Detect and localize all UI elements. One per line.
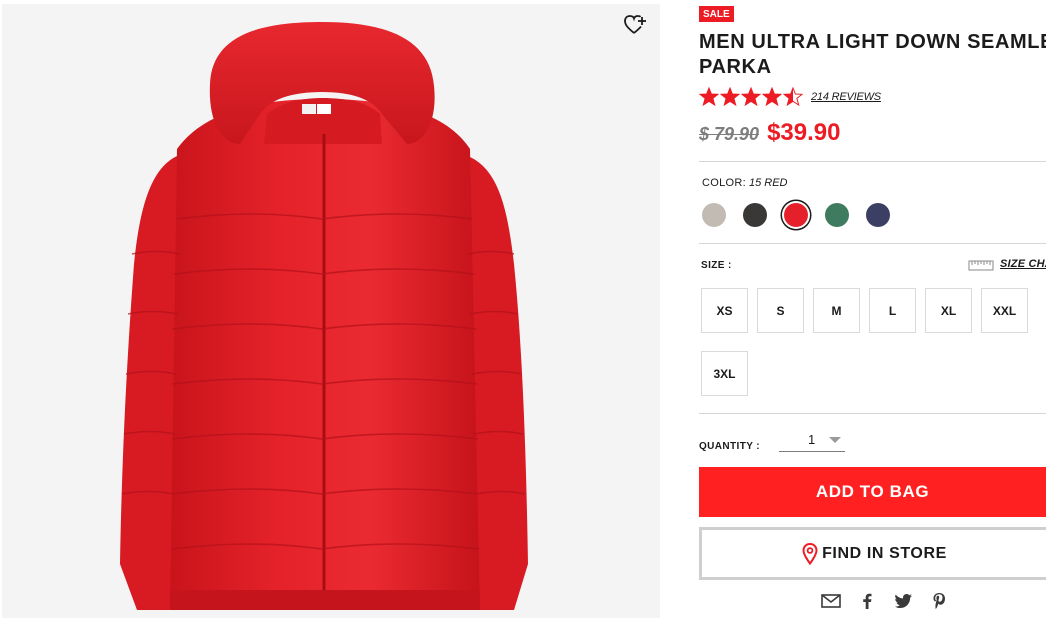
size-chart-label: SIZE CHART <box>1000 258 1046 270</box>
color-label-text: COLOR: <box>702 177 746 189</box>
color-swatch-black[interactable] <box>743 203 767 227</box>
divider <box>699 243 1046 244</box>
find-in-store-label: FIND IN STORE <box>822 544 947 562</box>
color-swatch-green[interactable] <box>825 203 849 227</box>
color-swatch-gray[interactable] <box>702 203 726 227</box>
star-icon <box>783 87 803 107</box>
product-image <box>2 4 660 618</box>
size-option-xs[interactable]: XS <box>701 288 748 333</box>
star-icon <box>762 87 782 107</box>
star-icon <box>699 87 719 107</box>
price-row: $ 79.90 $39.90 <box>699 119 840 147</box>
size-options: XS S M L XL XXL 3XL <box>701 288 1046 396</box>
color-swatch-navy[interactable] <box>866 203 890 227</box>
pinterest-icon[interactable] <box>929 592 949 610</box>
color-swatch-red[interactable] <box>784 203 808 227</box>
size-chart-link[interactable]: SIZE CHART <box>968 257 1046 271</box>
find-in-store-button[interactable]: FIND IN STORE <box>699 527 1046 580</box>
color-label: COLOR: 15 RED <box>702 177 788 189</box>
star-rating <box>699 87 803 107</box>
chevron-down-icon <box>829 436 842 443</box>
size-option-l[interactable]: L <box>869 288 916 333</box>
size-option-3xl[interactable]: 3XL <box>701 351 748 396</box>
quantity-label: QUANTITY : <box>699 441 761 452</box>
ruler-icon <box>968 260 994 271</box>
color-swatches <box>702 203 890 227</box>
size-option-xxl[interactable]: XXL <box>981 288 1028 333</box>
divider <box>699 413 1046 414</box>
facebook-icon[interactable] <box>857 592 877 610</box>
size-option-m[interactable]: M <box>813 288 860 333</box>
sale-badge: SALE <box>699 6 734 22</box>
share-bar <box>821 592 949 610</box>
email-icon[interactable] <box>821 592 841 610</box>
original-price: $ 79.90 <box>699 124 760 144</box>
sale-price: $39.90 <box>767 119 841 146</box>
size-option-s[interactable]: S <box>757 288 804 333</box>
star-icon <box>720 87 740 107</box>
star-icon <box>741 87 761 107</box>
selected-color-name: 15 RED <box>748 177 788 189</box>
add-to-bag-button[interactable]: ADD TO BAG <box>699 467 1046 517</box>
rating-row: 214 REVIEWS <box>699 86 881 108</box>
product-title: MEN ULTRA LIGHT DOWN SEAMLESS PARKA <box>699 30 1046 80</box>
location-pin-icon <box>802 542 818 565</box>
quantity-value: 1 <box>808 432 816 447</box>
product-title-line2: PARKA <box>699 56 772 78</box>
product-details: SALE MEN ULTRA LIGHT DOWN SEAMLESS PARKA… <box>699 0 1046 618</box>
size-option-xl[interactable]: XL <box>925 288 972 333</box>
quantity-select[interactable]: 1 <box>779 428 845 452</box>
wishlist-heart-icon[interactable] <box>622 12 648 38</box>
product-title-line1: MEN ULTRA LIGHT DOWN SEAMLESS <box>699 31 1046 53</box>
reviews-link[interactable]: 214 REVIEWS <box>811 91 881 103</box>
jacket-illustration <box>120 22 528 610</box>
divider <box>699 161 1046 162</box>
size-label: SIZE : <box>701 260 732 271</box>
twitter-icon[interactable] <box>893 592 913 610</box>
